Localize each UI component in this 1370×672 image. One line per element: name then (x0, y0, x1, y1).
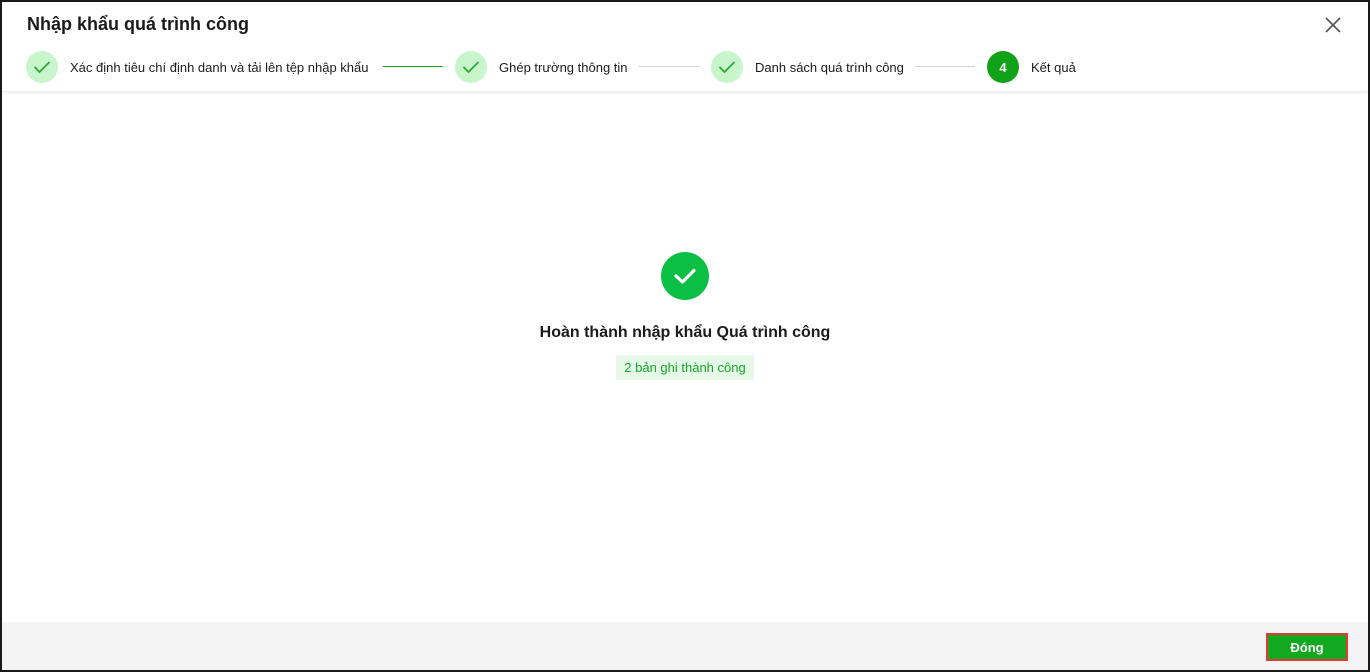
step-number: 4 (987, 51, 1019, 83)
step-connector (383, 66, 443, 67)
check-icon (711, 51, 743, 83)
step-label: Kết quả (1031, 59, 1076, 75)
success-count-badge: 2 bản ghi thành công (616, 355, 754, 380)
step-2: Ghép trường thông tin (455, 50, 628, 84)
step-4: 4 Kết quả (987, 50, 1076, 84)
step-label: Xác định tiêu chí định danh và tải lên t… (70, 59, 369, 75)
close-icon[interactable] (1322, 14, 1344, 36)
check-icon (26, 51, 58, 83)
step-3: Danh sách quá trình công (711, 50, 904, 84)
close-button[interactable]: Đóng (1266, 633, 1348, 661)
dialog-title: Nhập khẩu quá trình công (27, 14, 250, 34)
result-title: Hoàn thành nhập khẩu Quá trình công (539, 324, 831, 341)
result-panel: Hoàn thành nhập khẩu Quá trình công 2 bả… (2, 252, 1368, 380)
dialog-footer: Đóng (2, 622, 1368, 670)
step-connector (639, 66, 699, 67)
success-check-icon (661, 252, 709, 300)
dialog-header: Nhập khẩu quá trình công Xác định tiêu c… (2, 2, 1368, 92)
step-label: Ghép trường thông tin (499, 59, 628, 75)
step-connector (915, 66, 975, 67)
check-icon (455, 51, 487, 83)
step-1: Xác định tiêu chí định danh và tải lên t… (26, 50, 369, 84)
step-label: Danh sách quá trình công (755, 59, 904, 75)
import-dialog: Nhập khẩu quá trình công Xác định tiêu c… (0, 0, 1370, 672)
stepper: Xác định tiêu chí định danh và tải lên t… (26, 50, 1368, 84)
